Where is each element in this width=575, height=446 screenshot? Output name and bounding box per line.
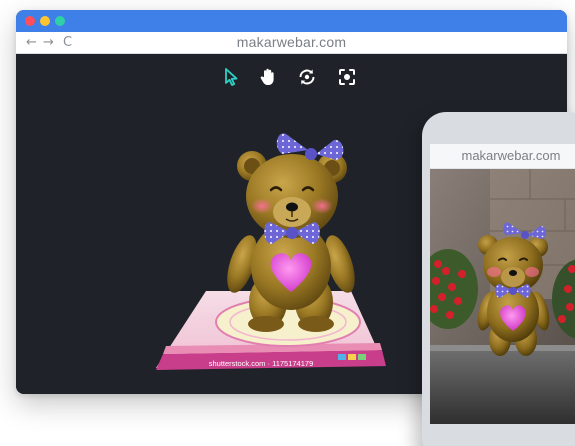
phone-ar-scene: [430, 169, 575, 424]
close-window-button[interactable]: [25, 16, 35, 26]
phone-url-text[interactable]: makarwebar.com: [430, 144, 575, 169]
marker-caption: shutterstock.com · 1175174179: [209, 359, 314, 368]
address-bar: ← → C makarwebar.com: [16, 32, 567, 54]
maximize-window-button[interactable]: [55, 16, 65, 26]
url-text[interactable]: makarwebar.com: [16, 34, 567, 51]
phone-screen: makarwebar.com: [430, 144, 575, 424]
browser-titlebar: [16, 10, 567, 32]
mobile-phone: makarwebar.com: [422, 112, 575, 446]
page: ← → C makarwebar.com shutterstock.com · …: [0, 0, 575, 446]
phone-ar-camera-view[interactable]: [430, 169, 575, 424]
minimize-window-button[interactable]: [40, 16, 50, 26]
